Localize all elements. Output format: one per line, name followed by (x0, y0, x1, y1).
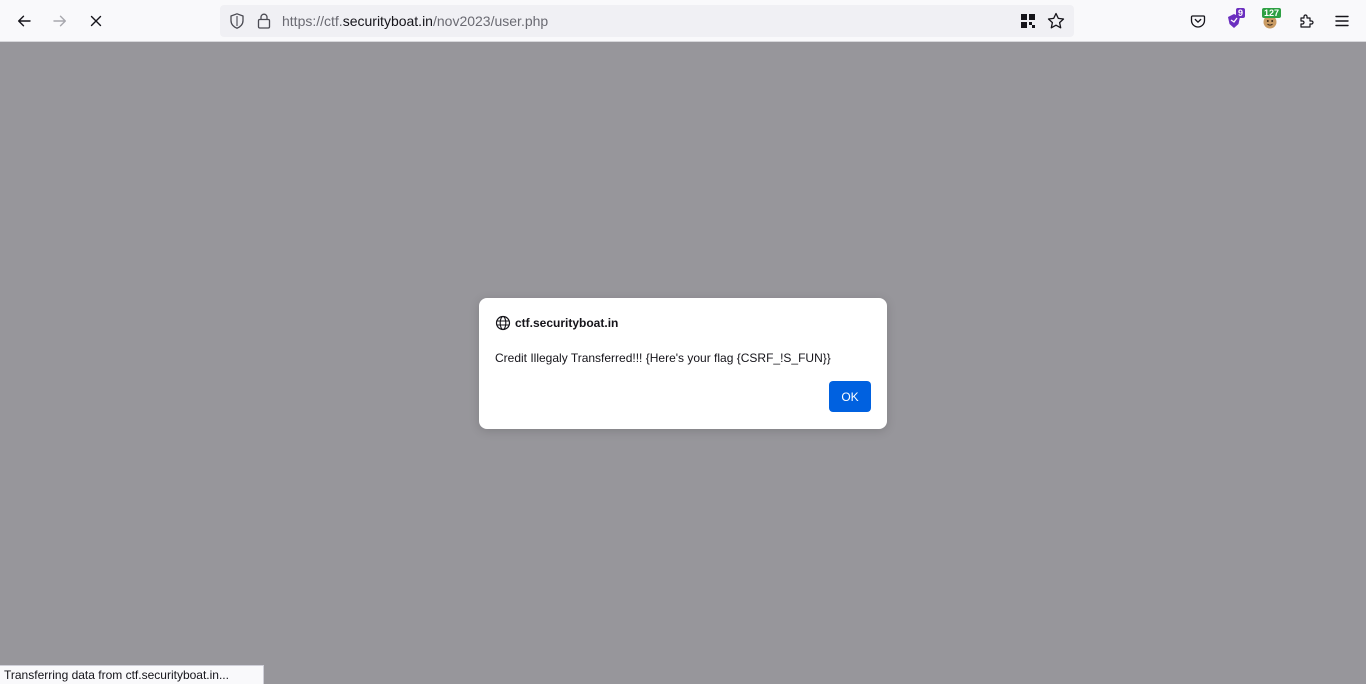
dialog-message: Credit Illegaly Transferred!!! {Here's y… (495, 351, 831, 365)
lock-icon[interactable] (256, 12, 272, 30)
globe-icon (495, 315, 511, 331)
extension-badge: 9 (1236, 8, 1246, 18)
dialog-origin: ctf.securityboat.in (515, 316, 619, 330)
arrow-left-icon (18, 15, 31, 27)
tracking-shield-icon[interactable] (228, 12, 246, 30)
forward-button[interactable] (46, 7, 74, 35)
url-path: /nov2023/user.php (432, 13, 549, 29)
qr-code-icon[interactable] (1020, 13, 1036, 29)
url-text[interactable]: https://ctf.securityboat.in/nov2023/user… (282, 13, 548, 29)
close-icon (90, 15, 102, 27)
pocket-icon (1190, 15, 1206, 28)
url-prefix: https://ctf. (282, 13, 343, 29)
browser-toolbar: https://ctf.securityboat.in/nov2023/user… (0, 0, 1366, 42)
url-host: securityboat.in (342, 13, 433, 29)
ok-button[interactable]: OK (829, 381, 871, 412)
alert-dialog: ctf.securityboat.in Credit Illegaly Tran… (479, 298, 887, 429)
menu-icon (1335, 15, 1349, 27)
extensions-button[interactable] (1292, 7, 1320, 35)
extension-button-shield[interactable]: 9 (1220, 7, 1248, 35)
arrow-right-icon (53, 15, 66, 27)
stop-loading-button[interactable] (82, 7, 110, 35)
extension-button-face[interactable]: 127 (1256, 7, 1284, 35)
app-menu-button[interactable] (1328, 7, 1356, 35)
url-bar[interactable]: https://ctf.securityboat.in/nov2023/user… (220, 5, 1074, 37)
back-button[interactable] (10, 7, 38, 35)
status-panel: Transferring data from ctf.securityboat.… (0, 665, 264, 684)
pocket-button[interactable] (1184, 7, 1212, 35)
puzzle-icon (1300, 14, 1314, 28)
extension-badge: 127 (1262, 8, 1282, 18)
bookmark-star-icon[interactable] (1046, 11, 1066, 31)
